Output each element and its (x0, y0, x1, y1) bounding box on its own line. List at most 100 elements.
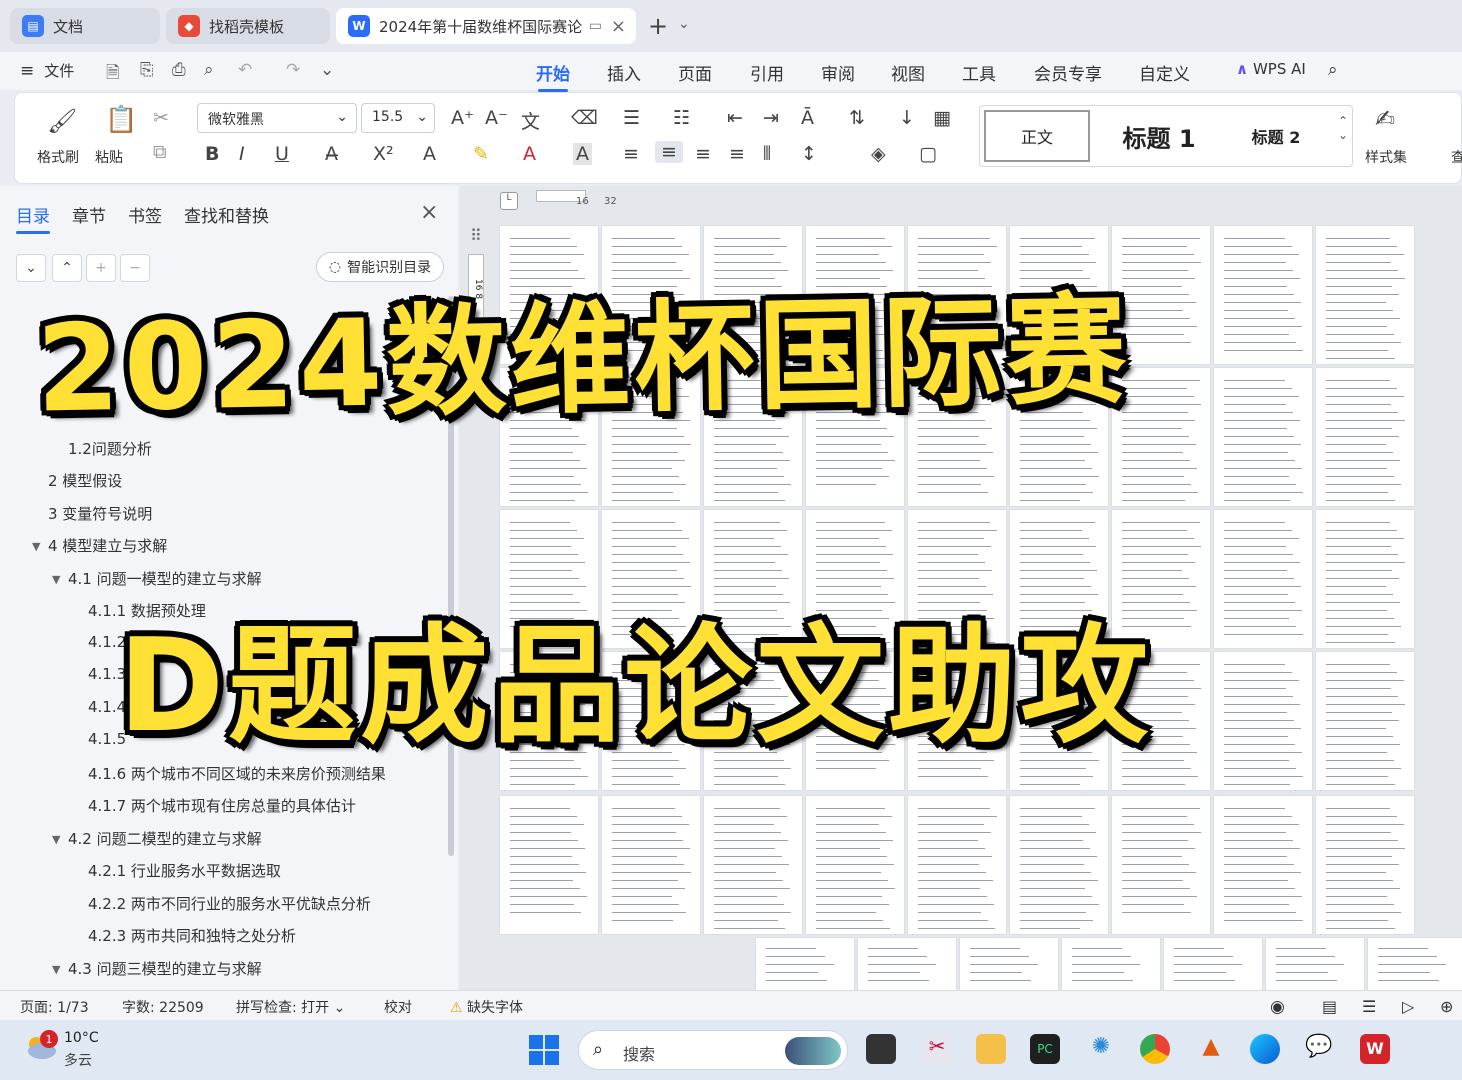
strikethrough-icon[interactable]: A̶ (325, 143, 338, 165)
page-thumbnail[interactable] (1062, 938, 1160, 990)
toc-item[interactable]: 4.2.2 两市不同行业的服务水平优缺点分析 (88, 893, 371, 914)
redo-icon[interactable]: ↷ (286, 60, 300, 80)
page-thumbnail[interactable] (1316, 796, 1414, 934)
spellcheck-toggle[interactable]: 拼写检查: 打开 ⌄ (236, 997, 345, 1017)
close-pane-icon[interactable]: × (420, 200, 438, 225)
show-marks-icon[interactable]: ▦ (933, 107, 951, 129)
page-thumbnail[interactable] (1316, 510, 1414, 648)
align-center-icon[interactable]: ≡ (655, 141, 683, 163)
file-explorer-icon[interactable] (976, 1034, 1006, 1064)
wps-ai-button[interactable]: ∧ WPS AI (1236, 60, 1306, 78)
page-thumbnail[interactable] (1010, 796, 1108, 934)
font-name-select[interactable]: 微软雅黑 ⌄ (197, 103, 357, 133)
page-thumbnail[interactable] (704, 796, 802, 934)
clear-format-icon[interactable]: ⌫ (571, 107, 598, 129)
style-normal[interactable]: 正文 (984, 110, 1090, 162)
expand-triangle-icon[interactable]: ▼ (52, 573, 60, 586)
tab-member[interactable]: 会员专享 (1034, 60, 1102, 85)
decrease-indent-icon[interactable]: ⇤ (727, 107, 743, 129)
nav-tab-find-replace[interactable]: 查找和替换 (184, 202, 269, 234)
style-heading1[interactable]: 标题 1 (1102, 110, 1216, 162)
bullet-list-icon[interactable]: ☰ (623, 107, 640, 129)
chrome-icon[interactable] (1140, 1034, 1170, 1064)
print-icon[interactable]: ⎙ (172, 60, 186, 80)
screen-icon[interactable]: ▭ (589, 18, 602, 34)
toc-item[interactable]: 4.2.1 行业服务水平数据选取 (88, 860, 281, 881)
chevron-down-icon[interactable]: ⌄ (678, 16, 690, 32)
customize-chevron-icon[interactable]: ⌄ (320, 60, 334, 80)
bold-icon[interactable]: B (205, 143, 219, 165)
page-indicator[interactable]: 页面: 1/73 (20, 997, 89, 1017)
word-count[interactable]: 字数: 22509 (122, 997, 204, 1017)
tab-page[interactable]: 页面 (678, 60, 712, 85)
font-size-select[interactable]: 15.5 ⌄ (361, 103, 435, 133)
toc-item[interactable]: 4.1.7 两个城市现有住房总量的具体估计 (88, 795, 356, 816)
page-thumbnail[interactable] (1214, 226, 1312, 364)
wps-icon[interactable]: W (1360, 1034, 1390, 1064)
expand-triangle-icon[interactable]: ▼ (52, 833, 60, 846)
underline-icon[interactable]: U (275, 143, 289, 165)
taskbar-search[interactable]: ⌕ 搜索 (578, 1030, 848, 1070)
align-left-icon[interactable]: ≡ (623, 143, 639, 165)
gallery-scroll-icon[interactable]: ⌃ ⌄ (1338, 114, 1348, 142)
save-icon[interactable]: 🗎 (106, 60, 120, 89)
outline-view-icon[interactable]: ☰ (1362, 997, 1376, 1016)
nav-tab-bookmarks[interactable]: 书签 (128, 202, 162, 234)
tab-docs[interactable]: ▤ 文档 (10, 8, 160, 44)
sort-icon[interactable]: ⇅ (849, 107, 865, 129)
font-color-icon[interactable]: A (523, 143, 536, 165)
page-thumbnail[interactable] (1316, 226, 1414, 364)
tab-template[interactable]: ◆ 找稻壳模板 (166, 8, 330, 44)
justify-icon[interactable]: ≡ (729, 143, 745, 165)
tab-custom[interactable]: 自定义 (1139, 60, 1190, 85)
play-icon[interactable]: ▷ (1402, 997, 1414, 1016)
share-icon[interactable]: ⎘ (140, 60, 154, 80)
matlab-icon[interactable]: ▲ (1196, 1034, 1226, 1064)
paste-icon[interactable]: 📋 (105, 105, 137, 135)
close-tab-icon[interactable]: × (611, 16, 626, 37)
copy-icon[interactable]: ⧉ (153, 141, 167, 163)
windows-start-icon[interactable] (528, 1034, 560, 1066)
tab-active-document[interactable]: W 2024年第十届数维杯国际赛论 ▭ × (336, 8, 636, 44)
style-set-label[interactable]: 样式集 (1365, 147, 1407, 167)
toc-item[interactable]: 3 变量符号说明 (48, 503, 152, 524)
toc-item[interactable]: 2 模型假设 (48, 470, 122, 491)
expand-triangle-icon[interactable]: ▼ (52, 963, 60, 976)
align-right-icon[interactable]: ≡ (695, 143, 711, 165)
shrink-font-icon[interactable]: A⁻ (485, 107, 508, 129)
page-thumbnail[interactable] (1214, 368, 1312, 506)
format-painter-icon[interactable]: 🖌 (47, 107, 77, 135)
page-thumbnail[interactable] (1164, 938, 1262, 990)
increase-indent-icon[interactable]: ⇥ (763, 107, 779, 129)
page-thumbnail[interactable] (806, 796, 904, 934)
overflow-label[interactable]: 查 (1451, 147, 1462, 167)
style-heading2[interactable]: 标题 2 (1226, 110, 1326, 162)
char-shading-icon[interactable]: A (573, 143, 592, 165)
tab-stop-icon[interactable]: L (500, 192, 518, 210)
toc-item[interactable]: 4.3 问题三模型的建立与求解 (68, 958, 262, 979)
cut-icon[interactable]: ✂ (153, 107, 169, 129)
tab-home[interactable]: 开始 (536, 60, 570, 92)
page-view-icon[interactable]: ▤ (1322, 997, 1337, 1016)
page-thumbnail[interactable] (858, 938, 956, 990)
web-view-icon[interactable]: ⊕ (1440, 997, 1453, 1016)
page-thumbnail[interactable] (1266, 938, 1364, 990)
missing-font-button[interactable]: ⚠ 缺失字体 (450, 997, 523, 1017)
numbered-list-icon[interactable]: ☷ (673, 107, 690, 129)
style-set-icon[interactable]: ✍ (1375, 105, 1395, 133)
page-thumbnail[interactable] (1316, 368, 1414, 506)
phonetic-guide-icon[interactable]: 文 (521, 107, 540, 134)
expand-triangle-icon[interactable]: ▼ (32, 540, 40, 553)
text-direction-icon[interactable]: Ā (801, 107, 814, 129)
nav-tab-toc[interactable]: 目录 (16, 202, 50, 234)
drag-handle-icon[interactable]: ⠿ (470, 226, 482, 245)
page-thumbnail[interactable] (1214, 510, 1312, 648)
page-thumbnail[interactable] (1112, 796, 1210, 934)
file-menu[interactable]: ≡ 文件 (20, 60, 74, 81)
tab-insert[interactable]: 插入 (607, 60, 641, 85)
paste-label[interactable]: 粘贴 (95, 147, 123, 167)
page-thumbnail[interactable] (908, 796, 1006, 934)
page-thumbnail[interactable] (1316, 652, 1414, 790)
tab-review[interactable]: 审阅 (821, 60, 855, 85)
page-thumbnail[interactable] (1368, 938, 1462, 990)
